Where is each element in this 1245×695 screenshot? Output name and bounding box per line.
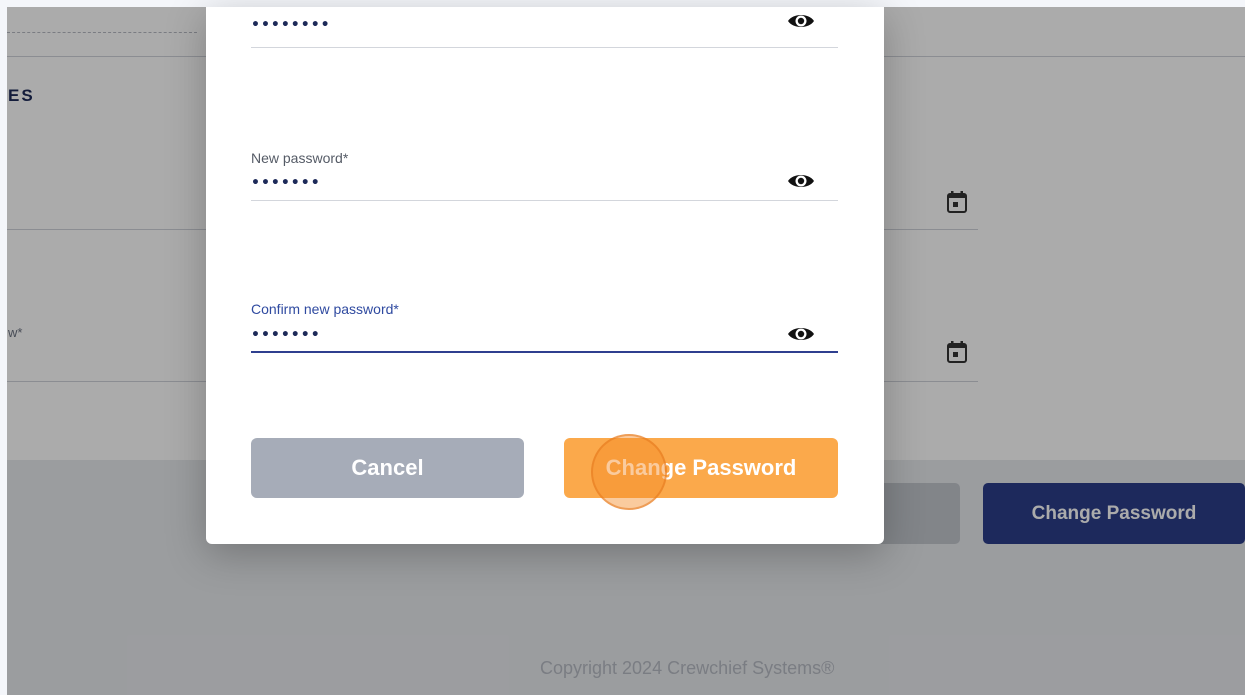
change-password-dialog: •••••••• New password* ••••••• Confirm n… — [206, 7, 884, 544]
new-password-field[interactable]: New password* ••••••• — [251, 142, 838, 212]
field-label: Confirm new password* — [251, 301, 399, 317]
field-underline — [251, 200, 838, 201]
eye-icon[interactable] — [786, 10, 816, 32]
field-label: New password* — [251, 150, 349, 166]
eye-icon[interactable] — [786, 323, 816, 345]
field-underline-focused — [251, 351, 838, 353]
password-value[interactable]: ••••••• — [251, 327, 321, 343]
modal-overlay[interactable]: •••••••• New password* ••••••• Confirm n… — [7, 7, 1245, 695]
eye-icon[interactable] — [786, 170, 816, 192]
field-underline — [251, 47, 838, 48]
current-password-field[interactable]: •••••••• — [251, 7, 838, 56]
cancel-button[interactable]: Cancel — [251, 438, 524, 498]
password-value[interactable]: ••••••• — [251, 175, 321, 191]
change-password-button[interactable]: Change Password — [564, 438, 838, 498]
password-value[interactable]: •••••••• — [251, 17, 331, 33]
confirm-password-field[interactable]: Confirm new password* ••••••• — [251, 294, 838, 364]
